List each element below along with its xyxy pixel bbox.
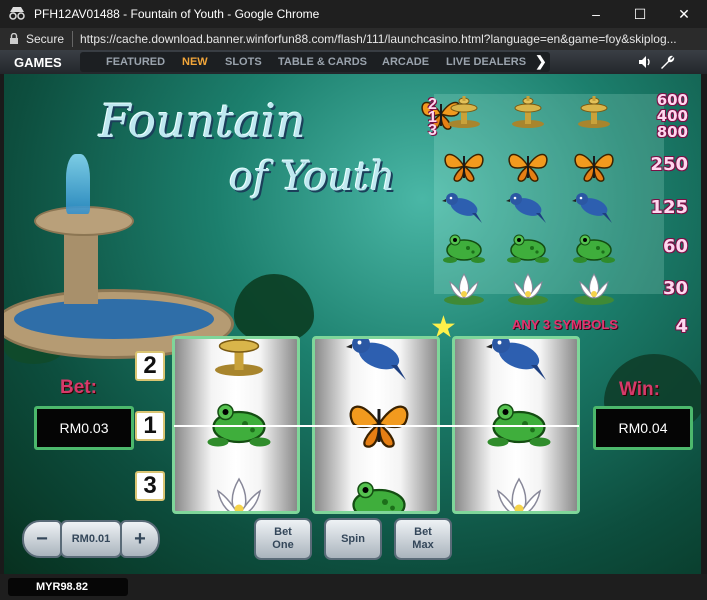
line-stack: 2 1 3 (428, 97, 437, 139)
frog-icon (572, 230, 616, 266)
bet-one-button[interactable]: Bet One (254, 518, 312, 560)
casino-navbar: GAMES FEATURED NEW SLOTS TABLE & CARDS A… (0, 50, 707, 74)
line-2-indicator[interactable]: 2 (135, 351, 165, 381)
frog-icon (484, 397, 554, 451)
payout-bluebird: 125 (650, 197, 688, 218)
lotus-icon (506, 270, 550, 306)
lotus-icon (572, 270, 616, 306)
tab-slots[interactable]: SLOTS (225, 56, 262, 68)
bet-label: Bet: (60, 377, 97, 398)
tab-live-dealers[interactable]: LIVE DEALERS (446, 56, 526, 68)
payout-butterfly: 250 (650, 154, 688, 175)
bet-max-label-2: Max (412, 539, 434, 551)
frog-icon (204, 397, 274, 451)
butterfly-icon (572, 148, 616, 184)
foliage (234, 274, 314, 344)
payout-line-1: 400 (656, 107, 688, 125)
payout-any-3: 4 (675, 316, 688, 337)
secure-label: Secure (26, 32, 65, 46)
game-canvas: Fountain of Youth 2 1 3 600 400 800 250 (4, 74, 701, 574)
settings-wrench-icon[interactable] (658, 53, 676, 71)
games-label[interactable]: GAMES (14, 55, 62, 70)
spin-button[interactable]: Spin (324, 518, 382, 560)
lotus-icon (442, 270, 486, 306)
paytable-row-lotus: 30 (424, 270, 694, 310)
bluebird-icon (506, 189, 550, 225)
lock-icon (10, 33, 18, 44)
address-bar[interactable]: Secure https://cache.download.banner.win… (0, 28, 707, 50)
tab-table-cards[interactable]: TABLE & CARDS (278, 56, 367, 68)
bluebird-icon (344, 336, 414, 383)
bet-max-label-1: Bet (414, 526, 432, 538)
lotus-icon (484, 473, 554, 514)
coin-value: RM0.01 (60, 520, 122, 558)
fountain-stem (64, 224, 98, 304)
fountain-spray (66, 154, 90, 214)
logo-line-2: of Youth (229, 154, 396, 200)
bet-one-label-2: One (272, 539, 294, 551)
tab-new[interactable]: NEW (182, 56, 208, 68)
balance-display: MYR98.82 (8, 578, 128, 596)
paytable-row-fountain: 2 1 3 600 400 800 (424, 92, 694, 140)
lotus-icon (204, 473, 274, 514)
incognito-icon (9, 7, 25, 20)
fountain-icon (204, 336, 274, 379)
line-3-indicator[interactable]: 3 (135, 471, 165, 501)
paytable: 2 1 3 600 400 800 250 125 60 30 ANY 3 SY… (424, 92, 694, 344)
maximize-button[interactable]: ☐ (618, 0, 662, 28)
line-1-indicator[interactable]: 1 (135, 411, 165, 441)
coin-increase-button[interactable]: + (120, 520, 160, 558)
address-divider (72, 31, 73, 47)
next-arrow-icon[interactable]: ❯ (535, 53, 549, 69)
paytable-row-frog: 60 (424, 230, 694, 270)
minimize-button[interactable]: – (574, 0, 618, 28)
coin-decrease-button[interactable]: − (22, 520, 62, 558)
paytable-row-bluebird: 125 (424, 189, 694, 229)
url-text[interactable]: https://cache.download.banner.winforfun8… (80, 32, 677, 46)
tab-featured[interactable]: FEATURED (106, 56, 165, 68)
close-button[interactable]: ✕ (662, 0, 706, 28)
browser-titlebar: PFH12AV01488 - Fountain of Youth - Googl… (0, 0, 707, 28)
bet-max-button[interactable]: Bet Max (394, 518, 452, 560)
fountain-icon (442, 94, 486, 130)
payout-line-3: 800 (656, 123, 688, 141)
bluebird-icon (484, 336, 554, 383)
game-logo: Fountain of Youth (99, 94, 419, 214)
butterfly-icon (506, 148, 550, 184)
stack-line-3: 3 (428, 122, 437, 139)
payout-frog: 60 (662, 236, 688, 257)
payout-lotus: 30 (662, 278, 688, 299)
bet-one-label-1: Bet (274, 526, 292, 538)
win-value: RM0.04 (593, 406, 693, 450)
frog-icon (506, 230, 550, 266)
paytable-row-butterfly: 250 (424, 148, 694, 188)
tab-arcade[interactable]: ARCADE (382, 56, 429, 68)
any-3-symbols-label: ANY 3 SYMBOLS (512, 317, 618, 332)
fountain-water (14, 299, 214, 339)
bluebird-icon (442, 189, 486, 225)
payout-line-2: 600 (656, 91, 688, 109)
butterfly-icon (344, 397, 414, 451)
fountain-payouts: 600 400 800 (657, 92, 688, 140)
payline (174, 425, 579, 427)
status-bar: MYR98.82 (0, 574, 707, 600)
bet-value: RM0.03 (34, 406, 134, 450)
fountain-icon (572, 94, 616, 130)
fountain-icon (506, 94, 550, 130)
bluebird-icon (572, 189, 616, 225)
butterfly-icon (442, 148, 486, 184)
logo-line-1: Fountain (99, 94, 306, 148)
frog-icon (344, 475, 414, 514)
win-label: Win: (619, 379, 660, 400)
window-title: PFH12AV01488 - Fountain of Youth - Googl… (34, 7, 320, 21)
frog-icon (442, 230, 486, 266)
category-tabs: FEATURED NEW SLOTS TABLE & CARDS ARCADE … (80, 52, 550, 72)
sound-icon[interactable] (637, 54, 653, 70)
